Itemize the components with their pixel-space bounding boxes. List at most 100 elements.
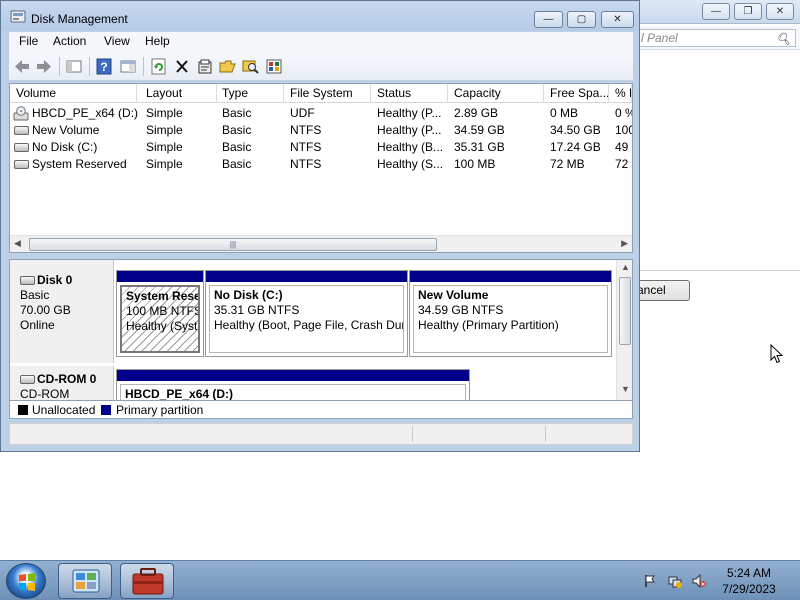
taskbar-clock[interactable]: 5:24 AM 7/29/2023 (714, 565, 784, 597)
partition-system-reserved[interactable]: System Reser 100 MB NTFS Healthy (Syste (116, 270, 204, 357)
background-search-text: l Panel (641, 31, 678, 45)
scroll-left-icon[interactable]: ◀ (14, 238, 21, 249)
background-minimize-button[interactable]: — (702, 3, 730, 20)
partition-c-drive[interactable]: No Disk (C:) 35.31 GB NTFS Healthy (Boot… (205, 270, 408, 357)
taskbar-toolbox-button[interactable] (120, 563, 174, 599)
cell-file-system: NTFS (290, 123, 322, 137)
cell-status: Healthy (B... (377, 140, 444, 154)
network-icon[interactable] (668, 574, 682, 588)
column-header-capacity[interactable]: Capacity (448, 84, 544, 103)
partition-size: 35.31 GB NTFS (214, 303, 300, 317)
cdrom-0-name-line: CD-ROM 0 (20, 372, 113, 387)
properties-icon[interactable] (196, 58, 214, 75)
menu-action[interactable]: Action (53, 34, 86, 48)
minimize-button[interactable]: — (534, 11, 563, 28)
cell-status: Healthy (S... (377, 157, 444, 171)
partition-size: 34.59 GB NTFS (418, 303, 504, 317)
windows-logo-icon (19, 573, 35, 591)
cell-status: Healthy (P... (377, 106, 442, 120)
cell-percent-free: 0 % (615, 106, 632, 120)
legend-unallocated-label: Unallocated (32, 403, 96, 417)
open-icon[interactable] (219, 58, 237, 75)
cell-type: Basic (222, 140, 252, 154)
settings-icon[interactable] (265, 58, 283, 75)
column-header-status[interactable]: Status (371, 84, 448, 103)
partition-new-volume[interactable]: New Volume 34.59 GB NTFS Healthy (Primar… (409, 270, 612, 357)
cell-file-system: NTFS (290, 140, 322, 154)
partition-size: 100 MB NTFS (126, 304, 200, 318)
cell-type: Basic (222, 157, 252, 171)
cell-free-space: 0 MB (550, 106, 579, 120)
toolbar: ? (9, 52, 633, 81)
disk-0-label[interactable]: Disk 0 Basic 70.00 GB Online (10, 260, 114, 363)
maximize-button[interactable]: ▢ (567, 11, 596, 28)
cell-free-space: 17.24 GB (550, 140, 601, 154)
table-row[interactable]: No Disk (C:) Simple Basic NTFS Healthy (… (10, 139, 632, 156)
menu-help[interactable]: Help (145, 34, 170, 48)
column-header-volume[interactable]: Volume (10, 84, 137, 103)
refresh-icon[interactable] (150, 58, 168, 75)
legend: Unallocated Primary partition (9, 401, 633, 419)
forward-icon[interactable] (35, 58, 53, 75)
properties-pane-icon[interactable] (119, 58, 137, 75)
column-header-type[interactable]: Type (216, 84, 284, 103)
horizontal-scroll-thumb[interactable]: ||| (29, 238, 437, 251)
background-maximize-button[interactable]: ❐ (734, 3, 762, 20)
background-control-panel-window: — ❐ ✕ l Panel 🔍︎ ancel (630, 0, 800, 560)
delete-icon[interactable] (173, 58, 191, 75)
table-row[interactable]: New Volume Simple Basic NTFS Healthy (P.… (10, 122, 632, 139)
partition-status: Healthy (Boot, Page File, Crash Dum (214, 318, 404, 332)
disk-0-name: Disk 0 (37, 273, 73, 287)
back-icon[interactable] (13, 58, 31, 75)
search-icon[interactable]: 🔍︎ (776, 31, 791, 47)
scroll-right-icon[interactable]: ▶ (621, 238, 628, 249)
column-header-layout[interactable]: Layout (140, 84, 217, 103)
vertical-scrollbar[interactable]: ▲ ▼ (616, 260, 632, 400)
status-bar (9, 423, 633, 445)
disk-0-kind: Basic (20, 288, 50, 302)
background-cancel-button[interactable]: ancel (632, 280, 690, 301)
cell-capacity: 2.89 GB (454, 106, 499, 120)
table-row[interactable]: System Reserved Simple Basic NTFS Health… (10, 156, 632, 173)
disk-map: Disk 0 Basic 70.00 GB Online System Rese… (9, 259, 633, 401)
volume-muted-icon[interactable] (692, 574, 706, 588)
table-row[interactable]: HBCD_PE_x64 (D:) Simple Basic UDF Health… (10, 105, 632, 122)
partition-content: HBCD_PE_x64 (D:) (120, 384, 466, 400)
start-button[interactable] (6, 563, 46, 599)
menu-file[interactable]: File (19, 34, 38, 48)
clock-date: 7/29/2023 (722, 582, 776, 596)
cell-type: Basic (222, 123, 252, 137)
scroll-up-icon[interactable]: ▲ (621, 262, 630, 272)
mouse-cursor-icon (770, 344, 784, 364)
explore-icon[interactable] (242, 58, 260, 75)
partition-bar (410, 271, 611, 282)
column-header-percent-free[interactable]: % F (609, 84, 632, 103)
show-hide-console-tree-icon[interactable] (65, 58, 83, 75)
background-search-input[interactable]: l Panel 🔍︎ (634, 29, 796, 47)
column-header-file-system[interactable]: File System (284, 84, 371, 103)
disk-management-window: Disk Management — ▢ ✕ File Action View H… (0, 0, 640, 452)
action-center-flag-icon[interactable] (643, 574, 657, 588)
cell-status: Healthy (P... (377, 123, 442, 137)
close-button[interactable]: ✕ (601, 11, 634, 28)
background-close-button[interactable]: ✕ (766, 3, 794, 20)
partition-hbcd-d-drive[interactable]: HBCD_PE_x64 (D:) (116, 369, 470, 400)
horizontal-scrollbar[interactable]: ◀ ||| ▶ (10, 235, 632, 252)
cell-volume: System Reserved (32, 157, 127, 171)
volume-list-header: Volume Layout Type File System Status Ca… (10, 84, 632, 103)
menu-view[interactable]: View (104, 34, 130, 48)
vertical-scroll-thumb[interactable] (619, 277, 631, 345)
legend-primary-swatch (101, 405, 111, 415)
taskbar-control-panel-button[interactable] (58, 563, 112, 599)
toolbox-icon (132, 568, 164, 595)
scroll-down-icon[interactable]: ▼ (621, 384, 630, 394)
cell-capacity: 34.59 GB (454, 123, 505, 137)
cd-drive-icon (20, 375, 35, 384)
cell-file-system: UDF (290, 106, 315, 120)
column-header-free-space[interactable]: Free Spa... (544, 84, 609, 103)
partition-status: Healthy (Primary Partition) (418, 318, 559, 332)
help-icon[interactable]: ? (95, 58, 113, 75)
cell-percent-free: 100 (615, 123, 632, 137)
cdrom-0-label[interactable]: CD-ROM 0 CD-ROM (10, 366, 114, 400)
disk-0-size: 70.00 GB (20, 303, 71, 317)
